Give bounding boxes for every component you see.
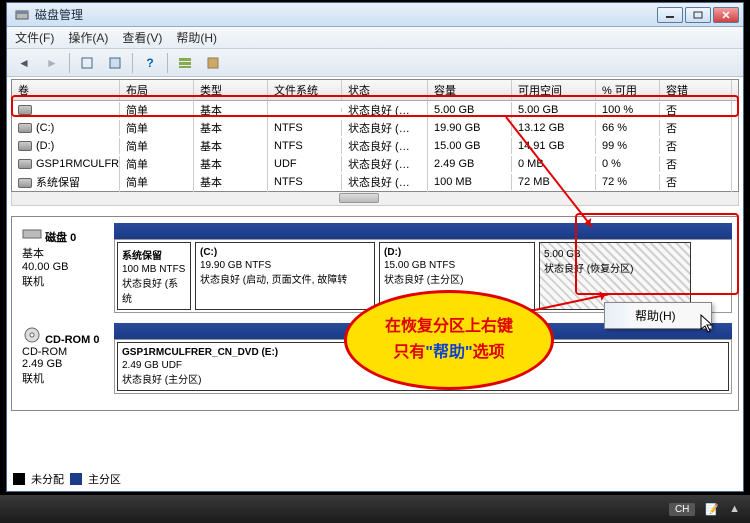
menu-view[interactable]: 查看(V) [122,29,162,46]
menu-file[interactable]: 文件(F) [15,29,54,46]
refresh-icon[interactable] [104,52,126,74]
legend: 未分配 主分区 [13,471,121,487]
cdrom-icon [22,327,42,343]
horizontal-scrollbar[interactable] [11,192,739,206]
taskbar: CH 📝 ▲ [0,495,750,523]
legend-primary-label: 主分区 [88,471,121,487]
ime-icon[interactable]: 📝 [705,503,719,516]
volume-list-header: 卷 布局 类型 文件系统 状态 容量 可用空间 % 可用 容错 [12,80,738,101]
col-pct[interactable]: % 可用 [596,80,660,100]
list-view-icon[interactable] [174,52,196,74]
disk-0-row: 磁盘 0 基本 40.00 GB 联机 系统保留 100 MB NTFS 状态良… [18,223,732,313]
legend-unallocated-swatch [13,473,25,485]
toolbar: ◄ ► ? [7,49,743,77]
toolbar-box-icon[interactable] [76,52,98,74]
menu-help[interactable]: 帮助(H) [176,29,217,46]
col-capacity[interactable]: 容量 [428,80,512,100]
window-title: 磁盘管理 [35,6,657,23]
disk-management-window: 磁盘管理 文件(F) 操作(A) 查看(V) 帮助(H) ◄ ► ? 卷 布局 … [6,2,744,492]
volume-row[interactable]: 简单基本状态良好 (…5.00 GB5.00 GB100 %否 [12,101,738,119]
partition-recovery[interactable]: 5.00 GB 状态良好 (恢复分区) [539,242,691,310]
volume-row[interactable]: (D:)简单基本NTFS状态良好 (…15.00 GB14.91 GB99 %否 [12,137,738,155]
forward-button[interactable]: ► [41,52,63,74]
detail-view-icon[interactable] [202,52,224,74]
volume-row[interactable]: GSP1RMCULFRE…简单基本UDF状态良好 (…2.49 GB0 MB0 … [12,155,738,173]
close-button[interactable] [713,7,739,23]
annotation-callout: 在恢复分区上右键 只有"帮助"选项 [344,290,554,390]
minimize-button[interactable] [657,7,683,23]
maximize-button[interactable] [685,7,711,23]
annotation-line1: 在恢复分区上右键 [385,314,513,340]
col-fs[interactable]: 文件系统 [268,80,342,100]
disk-icon [22,227,42,241]
back-button[interactable]: ◄ [13,52,35,74]
col-type[interactable]: 类型 [194,80,268,100]
disk-0-label: 磁盘 0 基本 40.00 GB 联机 [18,223,114,313]
volume-list: 卷 布局 类型 文件系统 状态 容量 可用空间 % 可用 容错 简单基本状态良好… [11,79,739,192]
col-layout[interactable]: 布局 [120,80,194,100]
context-menu-help[interactable]: 帮助(H) [605,303,711,328]
context-menu: 帮助(H) [604,302,712,329]
menubar: 文件(F) 操作(A) 查看(V) 帮助(H) [7,27,743,49]
col-free[interactable]: 可用空间 [512,80,596,100]
language-indicator[interactable]: CH [669,503,695,516]
col-fault[interactable]: 容错 [660,80,732,100]
help-icon[interactable]: ? [139,52,161,74]
col-volume[interactable]: 卷 [12,80,120,100]
legend-unallocated-label: 未分配 [31,471,64,487]
menu-action[interactable]: 操作(A) [68,29,108,46]
legend-primary-swatch [70,473,82,485]
tray-chevron-icon[interactable]: ▲ [729,503,740,515]
app-icon [15,8,29,22]
cdrom-0-label: CD-ROM 0 CD-ROM 2.49 GB 联机 [18,323,114,394]
volume-row[interactable]: (C:)简单基本NTFS状态良好 (…19.90 GB13.12 GB66 %否 [12,119,738,137]
col-status[interactable]: 状态 [342,80,428,100]
partition-system-reserved[interactable]: 系统保留 100 MB NTFS 状态良好 (系统 [117,242,191,310]
partition-c[interactable]: (C:) 19.90 GB NTFS 状态良好 (启动, 页面文件, 故障转 [195,242,375,310]
annotation-line2: 只有"帮助"选项 [393,340,504,366]
titlebar: 磁盘管理 [7,3,743,27]
cursor-icon [700,314,716,334]
volume-row[interactable]: 系统保留简单基本NTFS状态良好 (…100 MB72 MB72 %否 [12,173,738,191]
